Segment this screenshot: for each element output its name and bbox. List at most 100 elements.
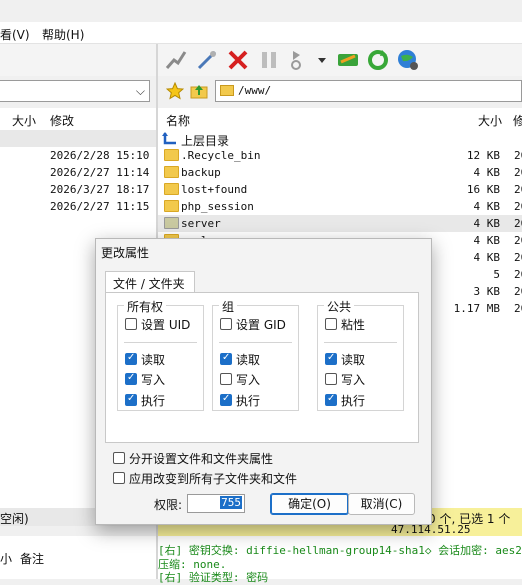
header-name[interactable]: 名称 [166, 112, 190, 129]
public-exec-checkbox[interactable] [325, 393, 337, 406]
set-uid-checkbox[interactable] [125, 318, 137, 330]
transfer-settings-icon[interactable] [288, 48, 312, 72]
list-item-name: lost+found [181, 183, 248, 196]
up-arrow-icon [162, 132, 176, 145]
table-row[interactable]: .Recycle_bin 12 KB 20 [158, 147, 522, 164]
list-item[interactable]: 2026/2/27 11:15 [0, 198, 156, 215]
group-read-checkbox[interactable] [220, 352, 232, 365]
queue-col-size[interactable]: 小 [0, 550, 12, 567]
list-item[interactable]: 2026/3/27 18:17 [0, 181, 156, 198]
owner-exec-checkbox[interactable] [125, 393, 137, 406]
remote-path-text: /www/ [238, 84, 272, 97]
dropdown-icon[interactable] [316, 48, 328, 72]
folder-icon [164, 149, 179, 161]
permission-value: 755 [220, 496, 242, 509]
group-title: 组 [219, 298, 238, 315]
list-item-date: 20 [514, 183, 522, 196]
chevron-down-icon[interactable]: ⌵ [136, 84, 145, 99]
exec-label: 执行 [341, 394, 366, 408]
group-write-checkbox[interactable] [220, 373, 232, 385]
list-item-size: 4 KB [473, 234, 501, 247]
list-item-date: 20 [514, 285, 522, 298]
list-item-date: 20 [514, 149, 522, 162]
list-item-date: 20 [514, 217, 522, 230]
list-item-date: 2026/2/28 15:10 [50, 149, 150, 162]
menu-view[interactable]: 看(V) [0, 26, 30, 43]
permissions-panel: 所有权 设置 UID 读取 写入 执行 组 设置 GID 读取 写入 执行 公共 [105, 292, 419, 443]
separate-attributes-checkbox[interactable] [113, 452, 125, 464]
server-folder-icon [164, 217, 179, 229]
group-exec-checkbox[interactable] [220, 393, 232, 406]
table-row[interactable]: php_session 4 KB 20 [158, 198, 522, 215]
separate-attributes-label: 分开设置文件和文件夹属性 [129, 452, 274, 466]
set-gid-checkbox[interactable] [220, 318, 232, 330]
remote-path-field[interactable]: /www/ [215, 80, 522, 102]
tab-file-folder[interactable]: 文件 / 文件夹 [105, 271, 195, 293]
write-label: 写入 [141, 373, 166, 387]
write-label: 写入 [341, 373, 366, 387]
list-item-date: 20 [514, 302, 522, 315]
apply-recursive-label: 应用改变到所有子文件夹和文件 [129, 472, 298, 486]
list-item-size: 12 KB [466, 149, 500, 162]
folder-icon [164, 200, 179, 212]
local-status-text: 空闲) [0, 512, 29, 526]
list-item-date: 2026/2/27 11:14 [50, 166, 150, 179]
public-read-checkbox[interactable] [325, 352, 337, 365]
permission-input[interactable]: 755 [187, 494, 245, 513]
folder-icon [164, 166, 179, 178]
sticky-checkbox[interactable] [325, 318, 337, 330]
queue-header: 小 备注 [0, 536, 156, 579]
globe-icon[interactable] [396, 48, 420, 72]
list-item[interactable]: 2026/2/28 15:10 [0, 147, 156, 164]
list-item[interactable]: 2026/2/27 11:14 [0, 164, 156, 181]
list-item-date: 2026/3/27 18:17 [50, 183, 150, 196]
menu-help[interactable]: 帮助(H) [42, 26, 84, 43]
owner-read-checkbox[interactable] [125, 352, 137, 365]
public-write-checkbox[interactable] [325, 373, 337, 385]
apply-recursive-checkbox[interactable] [113, 472, 125, 484]
list-item-size: 5 [493, 268, 500, 281]
change-attributes-dialog: 更改属性 文件 / 文件夹 所有权 设置 UID 读取 写入 执行 组 设置 G… [95, 238, 432, 525]
header-size[interactable]: 大小 [12, 112, 36, 129]
cancel-button[interactable]: 取消(C) [348, 493, 415, 515]
divider [124, 342, 197, 343]
disconnect-icon[interactable] [195, 48, 219, 72]
folder-icon [164, 183, 179, 195]
table-row[interactable]: backup 4 KB 20 [158, 164, 522, 181]
list-item-size: 4 KB [473, 166, 501, 179]
owner-group: 所有权 设置 UID 读取 写入 执行 [117, 298, 204, 411]
parent-folder-icon[interactable] [190, 82, 208, 100]
folder-icon [220, 85, 234, 96]
local-list-header: 大小 修改 [0, 108, 156, 130]
list-item-date: 20 [514, 200, 522, 213]
exec-label: 执行 [141, 394, 166, 408]
write-label: 写入 [236, 373, 261, 387]
star-icon[interactable] [166, 82, 184, 100]
log-line: [右] 验证类型: 密码 [158, 571, 269, 584]
list-item-date: 20 [514, 251, 522, 264]
list-item-date: 2026/2/27 11:15 [50, 200, 150, 213]
connect-icon[interactable] [164, 48, 188, 72]
sync-icon[interactable] [336, 48, 360, 72]
header-date[interactable]: 修 [513, 112, 522, 129]
list-item-parent-dir[interactable]: 上层目录 [158, 130, 522, 148]
list-item-name: php_session [181, 200, 254, 213]
owner-write-checkbox[interactable] [125, 372, 137, 385]
stop-icon[interactable] [226, 48, 250, 72]
list-item-size: 4 KB [473, 217, 501, 230]
list-item-date: 20 [514, 268, 522, 281]
header-modified[interactable]: 修改 [50, 112, 74, 129]
tab-label: 文件 / 文件夹 [113, 277, 185, 291]
pause-icon[interactable] [257, 48, 281, 72]
ok-button[interactable]: 确定(O) [270, 493, 349, 515]
local-path-combobox[interactable]: ⌵ [0, 80, 150, 102]
remote-list-header: 名称 大小 修 [158, 108, 522, 130]
group-title: 公共 [324, 298, 355, 315]
set-uid-label: 设置 UID [141, 318, 191, 332]
refresh-icon[interactable] [366, 48, 390, 72]
table-row-selected[interactable]: server 4 KB 20 [158, 215, 522, 232]
list-item[interactable] [0, 130, 156, 147]
queue-col-note[interactable]: 备注 [20, 550, 44, 567]
header-size[interactable]: 大小 [478, 112, 502, 129]
table-row[interactable]: lost+found 16 KB 20 [158, 181, 522, 198]
